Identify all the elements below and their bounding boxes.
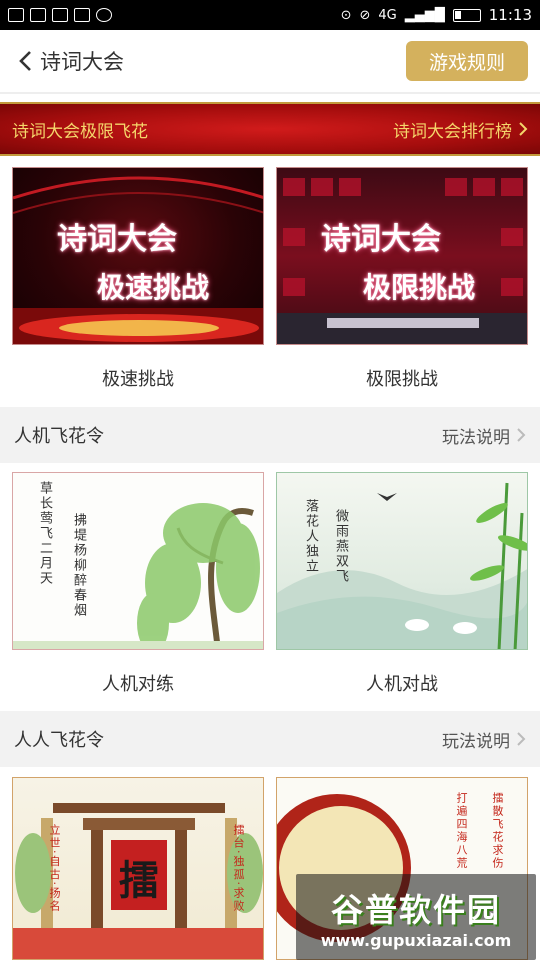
- limit-challenge-poster: 诗词大会 极限挑战: [276, 167, 528, 345]
- ai-battle-label: 人机对战: [366, 674, 438, 695]
- image-icon: [52, 8, 68, 22]
- arena-card[interactable]: 擂 立世·自古·扬名 擂台·独孤·求败: [12, 777, 264, 960]
- game-rules-button[interactable]: 游戏规则: [406, 41, 528, 81]
- ai-battle-poster: 落花人独立 微雨燕双飞: [276, 472, 528, 650]
- section-title: 人机飞花令: [14, 426, 104, 447]
- poem-line-2: 微雨燕双飞: [333, 509, 348, 584]
- section-title: 人人飞花令: [14, 730, 104, 751]
- speed-challenge-label: 极速挑战: [102, 369, 174, 390]
- status-bar: ⊙ ⊘ 4G ▂▄▆█ 11:13: [0, 0, 540, 30]
- promo-banner: 诗词大会极限飞花 诗词大会排行榜: [0, 102, 540, 156]
- watermark-title: 谷普软件园: [330, 890, 501, 929]
- app-header: 诗词大会 游戏规则: [0, 30, 540, 94]
- poem-line-2: 擂台·独孤·求败: [232, 824, 245, 913]
- notification-icons: [8, 8, 112, 22]
- app-notification-icon: [8, 8, 24, 22]
- ai-battle-card[interactable]: 落花人独立 微雨燕双飞 人机对战: [276, 472, 528, 696]
- ai-feihua-section-header: 人机飞花令 玩法说明: [0, 407, 540, 463]
- site-watermark: 谷普软件园 www.gupuxiazai.com: [296, 874, 536, 960]
- limit-challenge-label: 极限挑战: [366, 369, 438, 390]
- rules-link-label: 玩法说明: [442, 731, 510, 752]
- page-title: 诗词大会: [40, 50, 124, 74]
- rules-link-label: 玩法说明: [442, 427, 510, 448]
- arena-poster: 擂 立世·自古·扬名 擂台·独孤·求败: [12, 777, 264, 960]
- poster-title: 诗词大会: [321, 222, 441, 257]
- battery-icon: [452, 8, 481, 22]
- arena-character: 擂: [119, 857, 159, 904]
- network-label: 4G: [378, 7, 397, 23]
- ai-rules-link[interactable]: 玩法说明: [442, 423, 526, 448]
- pvp-rules-link[interactable]: 玩法说明: [442, 727, 526, 752]
- chevron-right-icon: [517, 428, 526, 442]
- poem-line-2: 擂散飞花求伤: [491, 792, 504, 870]
- mute-icon: ⊘: [359, 7, 371, 23]
- pvp-feihua-section-header: 人人飞花令 玩法说明: [0, 711, 540, 767]
- limit-challenge-card[interactable]: 诗词大会 极限挑战 极限挑战: [276, 167, 528, 391]
- ai-practice-label: 人机对练: [102, 674, 174, 695]
- location-icon: ⊙: [340, 7, 352, 23]
- poem-line-1: 落花人独立: [303, 499, 318, 574]
- minus-circle-icon: [96, 8, 112, 22]
- back-arrow-icon[interactable]: [12, 48, 38, 74]
- poster-subtitle: 极限挑战: [363, 271, 476, 304]
- chevron-right-icon: [519, 122, 528, 136]
- watermark-url: www.gupuxiazai.com: [320, 930, 512, 950]
- poster-title: 诗词大会: [57, 222, 177, 257]
- leaderboard-label: 诗词大会排行榜: [393, 121, 512, 142]
- speed-challenge-poster: 诗词大会 极速挑战: [12, 167, 264, 345]
- chevron-right-icon: [517, 732, 526, 746]
- ai-practice-card[interactable]: 草长莺飞二月天 拂堤杨柳醉春烟 人机对练: [12, 472, 264, 696]
- poem-line-2: 拂堤杨柳醉春烟: [71, 513, 86, 618]
- system-icons: ⊙ ⊘ 4G ▂▄▆█ 11:13: [341, 6, 532, 24]
- ai-practice-poster: 草长莺飞二月天 拂堤杨柳醉春烟: [12, 472, 264, 650]
- extreme-feihua-link[interactable]: 诗词大会极限飞花: [12, 117, 148, 142]
- message-icon: [30, 8, 46, 22]
- speed-challenge-card[interactable]: 诗词大会 极速挑战 极速挑战: [12, 167, 264, 391]
- clock: 11:13: [488, 6, 532, 24]
- poem-line-1: 打遍四海八荒: [455, 792, 468, 870]
- poem-line-1: 立世·自古·扬名: [48, 824, 61, 913]
- calendar-icon: [74, 8, 90, 22]
- poster-subtitle: 极速挑战: [97, 271, 210, 304]
- poem-line-1: 草长莺飞二月天: [37, 481, 52, 586]
- signal-icon: ▂▄▆█: [404, 7, 445, 23]
- leaderboard-link[interactable]: 诗词大会排行榜: [393, 117, 528, 142]
